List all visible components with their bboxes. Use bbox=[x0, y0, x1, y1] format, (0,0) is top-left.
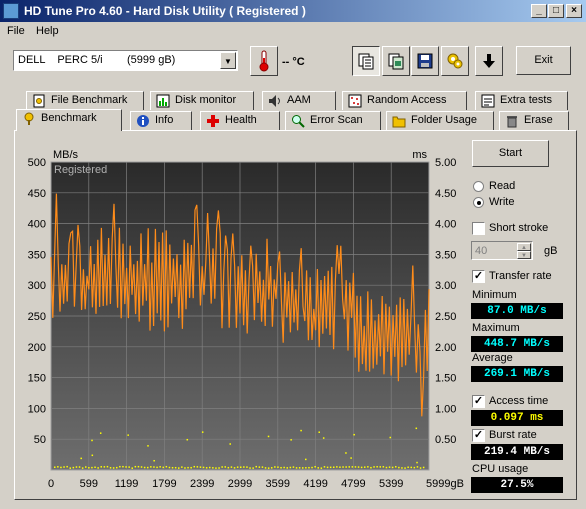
save-button[interactable] bbox=[411, 46, 439, 76]
short-stroke-label: Short stroke bbox=[489, 222, 549, 234]
gears-icon bbox=[447, 53, 463, 69]
health-cross-icon bbox=[206, 114, 220, 128]
tab-folder-usage[interactable]: Folder Usage bbox=[386, 111, 494, 130]
copy-screenshot-icon bbox=[388, 53, 404, 70]
tab-benchmark-label: Benchmark bbox=[41, 112, 97, 124]
copy-text-icon bbox=[358, 53, 374, 70]
write-radio[interactable] bbox=[473, 197, 484, 208]
access-time-value: 0.097 ms bbox=[471, 410, 563, 426]
tab-extra-tests-label: Extra tests bbox=[500, 94, 552, 106]
maximum-label: Maximum bbox=[472, 322, 520, 334]
menu-file[interactable]: File bbox=[7, 25, 25, 37]
short-stroke-checkbox[interactable] bbox=[472, 222, 485, 235]
random-access-icon bbox=[348, 94, 362, 108]
tab-extra-tests[interactable]: Extra tests bbox=[475, 91, 568, 110]
tab-benchmark[interactable]: Benchmark bbox=[16, 109, 122, 131]
copy-screenshot-button[interactable] bbox=[382, 46, 410, 76]
extra-tests-icon bbox=[481, 94, 495, 108]
temperature-button[interactable] bbox=[250, 46, 278, 76]
tab-health[interactable]: Health bbox=[200, 111, 280, 130]
tab-file-benchmark[interactable]: File Benchmark bbox=[26, 91, 144, 110]
access-time-label: Access time bbox=[489, 395, 549, 407]
minimize-button[interactable]: _ bbox=[531, 4, 547, 18]
average-value: 269.1 MB/s bbox=[471, 366, 563, 382]
speaker-icon bbox=[268, 94, 282, 108]
down-arrow-icon bbox=[483, 54, 495, 68]
tab-info-label: Info bbox=[155, 114, 174, 126]
transfer-rate-label: Transfer rate bbox=[489, 270, 552, 282]
down-arrow-button[interactable] bbox=[475, 46, 503, 76]
tab-disk-monitor-label: Disk monitor bbox=[175, 94, 237, 106]
read-radio[interactable] bbox=[473, 181, 484, 192]
tab-erase-label: Erase bbox=[524, 114, 553, 126]
spin-down-icon[interactable]: ▼ bbox=[517, 251, 531, 259]
tab-file-benchmark-label: File Benchmark bbox=[51, 94, 128, 106]
trash-icon bbox=[505, 114, 519, 128]
window-title: HD Tune Pro 4.60 - Hard Disk Utility ( R… bbox=[24, 4, 306, 18]
tab-folder-usage-label: Folder Usage bbox=[411, 114, 478, 126]
transfer-rate-checkbox[interactable]: ✓ bbox=[472, 270, 485, 283]
disk-monitor-icon bbox=[156, 94, 170, 108]
menu-help[interactable]: Help bbox=[36, 25, 59, 37]
short-stroke-unit: gB bbox=[544, 245, 558, 257]
minimum-label: Minimum bbox=[472, 289, 517, 301]
maximize-button[interactable]: □ bbox=[548, 4, 564, 18]
tab-aam[interactable]: AAM bbox=[262, 91, 336, 110]
tab-random-access-label: Random Access bbox=[367, 94, 447, 106]
start-button[interactable]: Start bbox=[472, 140, 549, 167]
tab-info[interactable]: Info bbox=[130, 111, 192, 130]
info-icon bbox=[136, 114, 150, 128]
burst-rate-label: Burst rate bbox=[489, 429, 537, 441]
tab-health-label: Health bbox=[225, 114, 257, 126]
short-stroke-value: 40 bbox=[475, 245, 488, 257]
drive-select-value: DELL PERC 5/i (5999 gB) bbox=[18, 54, 176, 66]
chevron-down-icon[interactable]: ▼ bbox=[220, 52, 236, 69]
tab-error-scan[interactable]: Error Scan bbox=[285, 111, 381, 130]
tab-aam-label: AAM bbox=[287, 94, 311, 106]
write-label: Write bbox=[489, 196, 515, 208]
exit-button[interactable]: Exit bbox=[516, 46, 571, 75]
cpu-usage-label: CPU usage bbox=[472, 463, 529, 475]
benchmark-icon bbox=[22, 112, 36, 126]
close-button[interactable]: × bbox=[566, 4, 582, 18]
copy-text-button[interactable] bbox=[352, 46, 380, 76]
menu-bar: File Help bbox=[0, 22, 586, 41]
tab-erase[interactable]: Erase bbox=[499, 111, 569, 130]
maximum-value: 448.7 MB/s bbox=[471, 336, 563, 352]
short-stroke-spinner[interactable]: 40 ▲ ▼ bbox=[471, 241, 533, 260]
burst-rate-checkbox[interactable]: ✓ bbox=[472, 429, 485, 442]
access-time-checkbox[interactable]: ✓ bbox=[472, 395, 485, 408]
spin-up-icon[interactable]: ▲ bbox=[517, 243, 531, 251]
read-label: Read bbox=[489, 180, 516, 192]
tab-disk-monitor[interactable]: Disk monitor bbox=[150, 91, 254, 110]
tab-error-scan-label: Error Scan bbox=[310, 114, 363, 126]
title-bar: HD Tune Pro 4.60 - Hard Disk Utility ( R… bbox=[0, 0, 586, 22]
cpu-usage-value: 27.5% bbox=[471, 477, 563, 493]
tab-random-access[interactable]: Random Access bbox=[342, 91, 467, 110]
burst-rate-value: 219.4 MB/s bbox=[471, 444, 563, 460]
average-label: Average bbox=[472, 352, 513, 364]
magnifier-icon bbox=[291, 114, 305, 128]
drive-select[interactable]: DELL PERC 5/i (5999 gB) ▼ bbox=[13, 50, 238, 71]
file-benchmark-icon bbox=[32, 94, 46, 108]
temperature-readout: -- °C bbox=[282, 56, 305, 68]
minimum-value: 87.0 MB/s bbox=[471, 303, 563, 319]
options-button[interactable] bbox=[441, 46, 469, 76]
thermometer-icon bbox=[259, 50, 269, 72]
folder-icon bbox=[392, 114, 406, 128]
floppy-disk-icon bbox=[417, 53, 433, 69]
app-icon bbox=[3, 3, 19, 19]
